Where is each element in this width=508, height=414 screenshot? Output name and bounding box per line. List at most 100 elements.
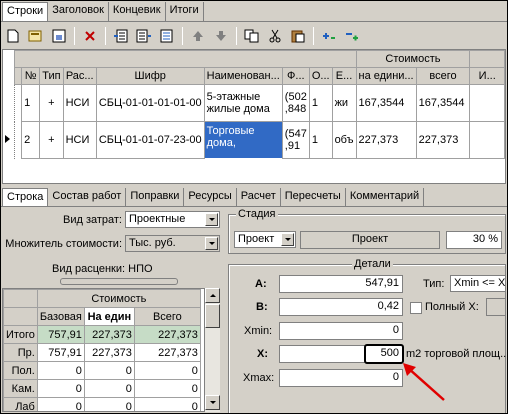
cost-table-scrollbar[interactable] [204,288,220,412]
stage-title: Стадия [236,208,278,220]
tab-footer[interactable]: Концевик [109,2,166,21]
delete-icon[interactable] [79,26,101,46]
tab-comment[interactable]: Комментарий [346,188,425,206]
cut-icon[interactable] [264,26,286,46]
copy-rows-icon[interactable] [133,26,155,46]
move-down-icon[interactable] [210,26,232,46]
cost-type-select[interactable]: Проектные [125,211,220,228]
col-base[interactable]: Базовая [36,307,85,326]
col-name[interactable]: Наименован... [203,67,283,85]
full-x-checkbox[interactable] [410,302,422,314]
scroll-thumb[interactable] [205,304,220,328]
col-code[interactable]: Шифр [95,67,205,85]
tab-totals[interactable]: Итоги [166,2,204,21]
table-row[interactable]: Пр. 757,91 227,373 227,373 [3,343,201,362]
cell-total: 227,373 [133,343,201,362]
insert-icon[interactable] [110,26,132,46]
new-doc-icon[interactable] [2,26,24,46]
col-per-unit[interactable]: На един [83,307,135,326]
row-name-selected[interactable]: Торговые дома, [203,121,283,159]
multiplier-label: Множитель стоимости: [5,238,122,250]
arrow-annotation-icon [403,363,445,401]
stage-select[interactable]: Проект [234,231,296,248]
move-up-icon[interactable] [187,26,209,46]
row-total-cost: 167,3544 [415,84,471,122]
a-label: A: [255,278,267,290]
col-total[interactable]: Всего [133,307,201,326]
row-code: СБЦ-01-01-01-01-00 [95,84,205,122]
save-icon[interactable] [48,26,70,46]
a-field[interactable]: 547,91 [279,275,403,293]
tab-rows[interactable]: Строки [2,2,49,22]
estimate-rows-grid[interactable]: Стоимость № Тип Рас... Шифр Наименован..… [2,49,506,184]
tab-header[interactable]: Заголовок [48,2,109,21]
xmax-label: Xmax: [243,372,275,384]
splitter-handle[interactable] [60,278,178,285]
cell-base: 0 [36,361,85,380]
collapse-icon[interactable] [341,26,363,46]
scroll-down-icon[interactable] [205,395,220,410]
pricing-type: Вид расценки: НПО [52,263,153,275]
col-number[interactable]: № [21,67,41,85]
multiplier-select[interactable]: Тыс. руб. [125,235,220,252]
paste-icon[interactable] [287,26,309,46]
b-field[interactable]: 0,42 [279,298,403,316]
cell-base: 757,91 [36,343,85,362]
tab-calculation[interactable]: Расчет [237,188,281,206]
expand-icon[interactable] [318,26,340,46]
col-type[interactable]: Тип [39,67,64,85]
table-row[interactable]: 2 + НСИ СБЦ-01-01-07-23-00 Торговые дома… [3,121,505,159]
x-value-highlight[interactable]: 500 [364,344,404,364]
cell-base: 0 [36,397,85,411]
multiplier-value: Тыс. руб. [129,237,176,249]
chevron-down-icon[interactable] [205,213,218,226]
cell-base: 0 [36,379,85,398]
cost-table[interactable]: Стоимость Базовая На един Всего Итого 75… [2,288,220,412]
copy-icon[interactable] [241,26,263,46]
cell-unit: 0 [83,397,135,411]
cost-type-label: Вид затрат: [62,214,122,226]
col-f[interactable]: Ф... [281,67,310,85]
row-unit-cost: 227,373 [355,121,417,159]
table-row[interactable]: Лаб 0 0 0 [3,397,201,411]
stage-percent-field[interactable]: 30 % [446,231,502,249]
col-e[interactable]: Е... [331,67,357,85]
table-row[interactable]: Пол. 0 0 0 [3,361,201,380]
tab-row[interactable]: Строка [2,188,49,206]
tab-divider [0,21,508,22]
table-row[interactable]: Кам. 0 0 0 [3,379,201,398]
table-row[interactable]: Итого 757,91 227,373 227,373 [3,325,201,344]
row-type: + [39,121,64,159]
open-icon[interactable] [25,26,47,46]
cell-total: 0 [133,361,201,380]
table-row[interactable]: 1 + НСИ СБЦ-01-01-01-01-00 5-этажные жил… [3,84,505,122]
row-total-cost: 227,373 [415,121,471,159]
scroll-up-icon[interactable] [205,288,220,303]
row-i [469,121,505,159]
row-name: 5-этажные жилые дома [203,84,283,122]
full-x-field [486,298,506,316]
col-ras[interactable]: Рас... [62,67,97,85]
col-i[interactable]: И... [469,67,505,85]
tab-recalculations[interactable]: Пересчеты [281,188,346,206]
chevron-down-icon[interactable] [205,237,218,250]
x-unit: m2 торговой площ... [406,348,508,360]
xmax-field[interactable]: 0 [279,369,403,387]
type-select[interactable]: Xmin <= X [450,275,506,292]
paste-rows-icon[interactable] [156,26,178,46]
toolbar-separator [313,27,314,45]
tab-resources[interactable]: Ресурсы [184,188,237,206]
b-label: B: [256,301,268,313]
col-total-cost[interactable]: всего [415,67,471,85]
tab-divider [0,206,508,207]
row-i [469,84,505,122]
chevron-down-icon[interactable] [281,233,294,246]
col-o[interactable]: О... [308,67,333,85]
cost-group-header: Стоимость [355,50,471,68]
row-unit-cost: 167,3544 [355,84,417,122]
xmin-field[interactable]: 0 [279,322,403,340]
tab-corrections[interactable]: Поправки [126,188,185,206]
tab-works[interactable]: Состав работ [48,188,127,206]
row-type: + [39,84,64,122]
col-unit-cost[interactable]: на едини... [355,67,417,85]
